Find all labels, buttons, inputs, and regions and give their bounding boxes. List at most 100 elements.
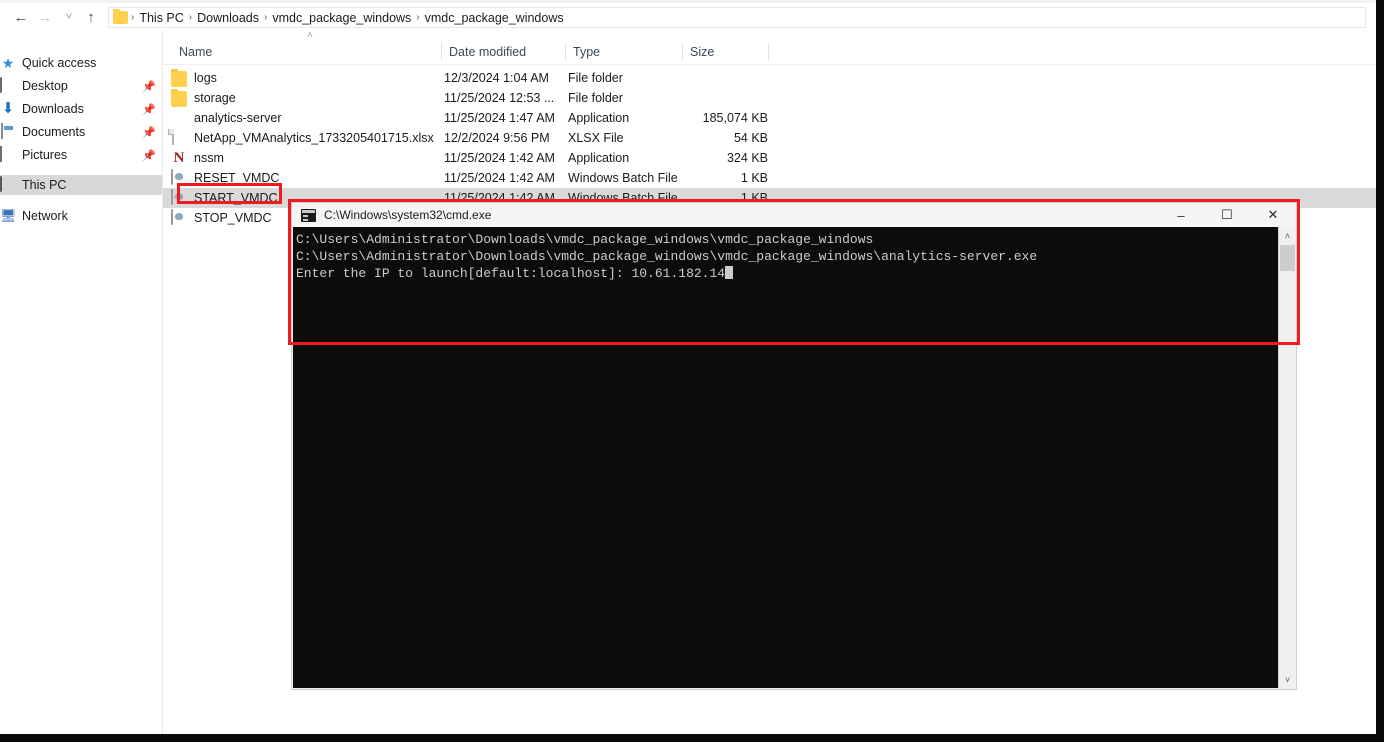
table-row[interactable]: NetApp_VMAnalytics_1733205401715.xlsx 12… <box>163 128 1376 148</box>
recent-locations-chevron-icon[interactable]: ˅ <box>58 6 80 28</box>
right-edge <box>1376 0 1384 742</box>
size-cell <box>613 88 768 108</box>
bottom-edge <box>0 734 1384 742</box>
sidebar-item-label: Pictures <box>22 148 68 162</box>
date-modified-cell: 11/25/2024 12:53 ... <box>444 91 555 105</box>
console-line: C:\Users\Administrator\Downloads\vmdc_pa… <box>296 249 1038 264</box>
page-icon <box>171 129 187 146</box>
batch-file-icon <box>171 209 187 226</box>
file-name-cell: logs <box>171 68 217 88</box>
file-name-cell: N nssm <box>171 148 224 168</box>
table-row[interactable]: N nssm 11/25/2024 1:42 AM Application 32… <box>163 148 1376 168</box>
sidebar-item-label: Desktop <box>22 79 68 93</box>
desktop-icon <box>0 77 16 94</box>
console-scrollbar[interactable]: ˄ ˅ <box>1278 227 1295 688</box>
up-arrow-icon[interactable]: ↑ <box>80 6 102 28</box>
batch-file-icon <box>171 189 187 206</box>
date-modified-cell: 11/25/2024 1:42 AM <box>444 171 555 185</box>
size-cell: 324 KB <box>726 151 768 165</box>
scroll-down-icon[interactable]: ˅ <box>1279 671 1296 688</box>
table-row[interactable]: analytics-server 11/25/2024 1:47 AM Appl… <box>163 108 1376 128</box>
table-row[interactable]: RESET_VMDC 11/25/2024 1:42 AM Windows Ba… <box>163 168 1376 188</box>
sidebar-item-label: Documents <box>22 125 86 139</box>
file-name-cell: storage <box>171 88 236 108</box>
column-header-type[interactable]: Type <box>565 40 682 64</box>
file-name-cell: RESET_VMDC <box>171 168 279 188</box>
pictures-icon <box>0 146 16 163</box>
downloads-icon: ⬇ <box>1 100 15 117</box>
table-row[interactable]: logs 12/3/2024 1:04 AM File folder <box>163 68 1376 88</box>
sidebar-item-pictures[interactable]: Pictures 📌 <box>0 145 162 165</box>
sidebar-item-label: This PC <box>22 178 67 192</box>
this-pc-icon <box>0 176 16 193</box>
pin-icon[interactable]: 📌 <box>142 126 156 139</box>
star-icon: ★ <box>1 55 15 71</box>
column-header-name[interactable]: Name <box>171 40 441 64</box>
folder-icon <box>171 69 187 87</box>
file-name-label: nssm <box>194 151 224 165</box>
maximize-button[interactable]: ☐ <box>1204 203 1250 227</box>
file-name-cell: START_VMDC <box>171 188 278 208</box>
text-cursor <box>725 266 734 279</box>
navigation-sidebar: ★ Quick access Desktop 📌 ⬇ Downloads 📌 D… <box>0 30 162 734</box>
breadcrumb-item-vmdc-package-windows-inner[interactable]: vmdc_package_windows <box>421 11 568 25</box>
sidebar-item-label: Downloads <box>22 102 84 116</box>
file-name-label: NetApp_VMAnalytics_1733205401715.xlsx <box>194 131 434 145</box>
cmd-console-output[interactable]: C:\Users\Administrator\Downloads\vmdc_pa… <box>293 227 1279 688</box>
folder-icon <box>113 9 128 24</box>
breadcrumb-item-this-pc[interactable]: This PC <box>135 11 187 25</box>
column-header-row: Name Date modified Type Size <box>163 40 1376 64</box>
breadcrumb-item-downloads[interactable]: Downloads <box>193 11 263 25</box>
network-icon: 🖥 <box>0 208 17 223</box>
column-header-date-modified[interactable]: Date modified <box>441 40 565 64</box>
date-modified-cell: 12/3/2024 1:04 AM <box>444 71 549 85</box>
minimize-button[interactable]: – <box>1158 203 1204 227</box>
date-modified-cell: 11/25/2024 1:47 AM <box>444 111 555 125</box>
file-name-cell: analytics-server <box>171 108 282 128</box>
hexagon-app-icon <box>171 110 187 126</box>
pin-icon[interactable]: 📌 <box>142 80 156 93</box>
sidebar-item-documents[interactable]: Documents 📌 <box>0 122 162 142</box>
back-arrow-icon[interactable]: ← <box>10 6 32 28</box>
size-cell: 185,074 KB <box>702 111 768 125</box>
breadcrumb-item-vmdc-package-windows[interactable]: vmdc_package_windows <box>268 11 415 25</box>
sidebar-item-desktop[interactable]: Desktop 📌 <box>0 76 162 96</box>
console-prompt-text: Enter the IP to launch[default:localhost… <box>296 266 726 281</box>
navigation-bar: ← → ˅ ↑ › This PC › Downloads › vmdc_pac… <box>0 3 1376 30</box>
file-name-label: RESET_VMDC <box>194 171 280 185</box>
cmd-window[interactable]: C:\Windows\system32\cmd.exe – ☐ ✕ C:\Use… <box>291 202 1297 690</box>
sidebar-item-quick-access[interactable]: ★ Quick access <box>0 53 162 73</box>
scroll-up-icon[interactable]: ˄ <box>1279 227 1296 244</box>
pin-icon[interactable]: 📌 <box>142 149 156 162</box>
sidebar-item-label: Network <box>22 209 68 223</box>
cmd-title-bar[interactable]: C:\Windows\system32\cmd.exe – ☐ ✕ <box>292 203 1296 227</box>
console-line: C:\Users\Administrator\Downloads\vmdc_pa… <box>296 232 874 247</box>
file-name-label: STOP_VMDC <box>194 211 272 225</box>
sidebar-item-downloads[interactable]: ⬇ Downloads 📌 <box>0 99 162 119</box>
size-cell: 54 KB <box>733 131 768 145</box>
date-modified-cell: 12/2/2024 9:56 PM <box>444 131 550 145</box>
forward-arrow-icon[interactable]: → <box>34 6 56 28</box>
sidebar-item-label: Quick access <box>22 56 97 70</box>
sidebar-item-network[interactable]: 🖥 Network <box>0 206 162 226</box>
sidebar-item-this-pc[interactable]: This PC <box>0 175 162 195</box>
table-row[interactable]: storage 11/25/2024 12:53 ... File folder <box>163 88 1376 108</box>
header-underline <box>163 64 1376 65</box>
console-icon <box>301 208 316 222</box>
address-bar[interactable]: › This PC › Downloads › vmdc_package_win… <box>108 7 1366 28</box>
column-header-size[interactable]: Size <box>682 40 768 64</box>
cmd-title-label: C:\Windows\system32\cmd.exe <box>324 208 492 222</box>
file-name-label: analytics-server <box>194 111 282 125</box>
scrollbar-thumb[interactable] <box>1280 245 1295 271</box>
screenshot-root: ← → ˅ ↑ › This PC › Downloads › vmdc_pac… <box>0 0 1384 742</box>
close-button[interactable]: ✕ <box>1250 203 1296 227</box>
pin-icon[interactable]: 📌 <box>142 103 156 116</box>
file-name-label: START_VMDC <box>194 191 278 205</box>
batch-file-icon <box>171 169 187 186</box>
folder-icon <box>171 89 187 107</box>
console-prompt-line: Enter the IP to launch[default:localhost… <box>296 265 1279 282</box>
file-name-cell: STOP_VMDC <box>171 208 272 228</box>
file-name-label: logs <box>194 71 217 85</box>
documents-icon <box>0 123 16 140</box>
file-name-cell: NetApp_VMAnalytics_1733205401715.xlsx <box>171 128 434 148</box>
